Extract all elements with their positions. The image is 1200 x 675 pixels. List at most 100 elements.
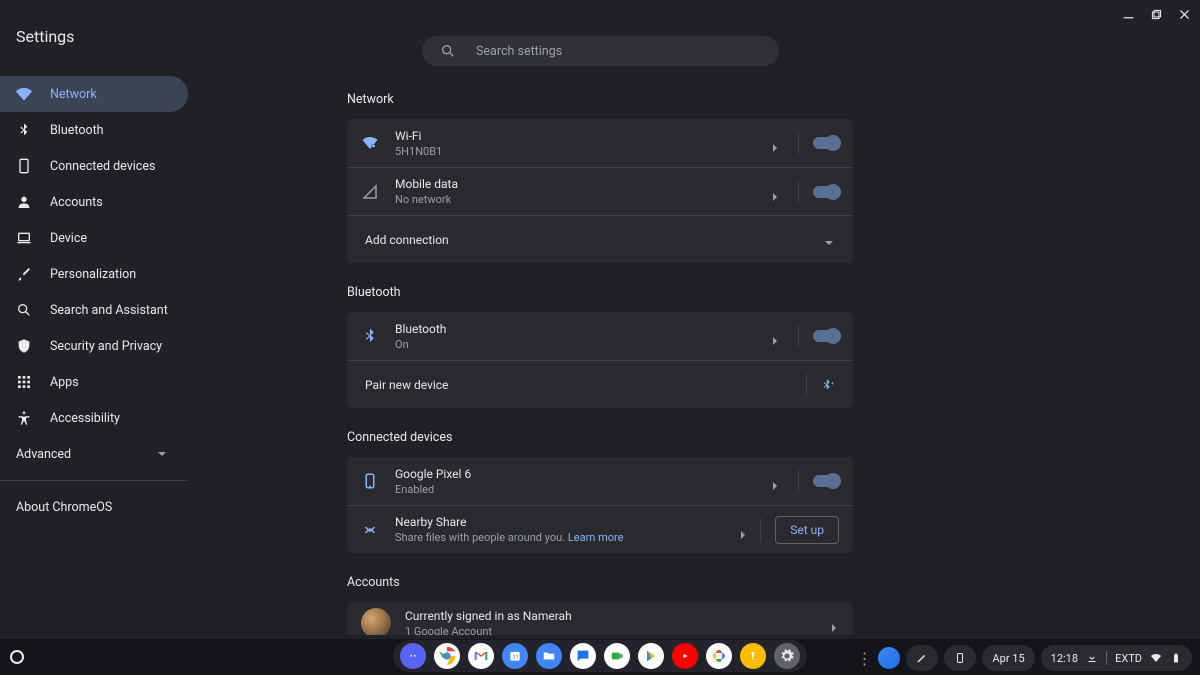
network-card: Wi-Fi 5H1N0B1 Mobile data No network Add…: [347, 119, 853, 263]
signed-in-label: Currently signed in as Namerah: [405, 609, 829, 623]
dock-icon-youtube[interactable]: [672, 643, 698, 669]
person-icon: [16, 194, 32, 210]
dock-icon-photos[interactable]: [706, 643, 732, 669]
account-count: 1 Google Account: [405, 625, 829, 636]
main-content: Network Wi-Fi 5H1N0B1 Mobile data No net…: [347, 92, 853, 635]
sidebar-item-security-privacy[interactable]: Security and Privacy: [0, 328, 188, 364]
svg-text:31: 31: [513, 655, 519, 661]
dock-icon-chrome[interactable]: [434, 643, 460, 669]
bluetooth-row[interactable]: Bluetooth On: [347, 312, 853, 360]
chevron-right-icon: [770, 331, 780, 341]
pair-device-row[interactable]: Pair new device +: [347, 360, 853, 408]
setup-button[interactable]: Set up: [775, 516, 839, 544]
laptop-icon: [16, 230, 32, 246]
section-title-bluetooth: Bluetooth: [347, 285, 853, 300]
phone-label: Google Pixel 6: [395, 467, 752, 481]
sidebar-item-network[interactable]: Network: [0, 76, 188, 112]
sidebar-item-apps[interactable]: Apps: [0, 364, 188, 400]
dock-icon-files[interactable]: [536, 643, 562, 669]
dock: 31: [393, 640, 807, 672]
chevron-right-icon: [770, 476, 780, 486]
divider: [798, 131, 799, 155]
mobile-data-toggle[interactable]: [813, 186, 839, 198]
nearby-share-sub: Share files with people around you. Lear…: [395, 531, 720, 544]
divider: [798, 180, 799, 204]
bluetooth-label: Bluetooth: [395, 322, 752, 336]
wifi-lock-icon: [361, 134, 395, 152]
section-title-network: Network: [347, 92, 853, 107]
dock-icon-discord[interactable]: [400, 643, 426, 669]
stylus-button[interactable]: [906, 645, 938, 671]
divider: [806, 373, 807, 397]
account-row[interactable]: Currently signed in as Namerah 1 Google …: [347, 602, 853, 635]
pair-device-label: Pair new device: [365, 378, 806, 392]
dock-icon-messages[interactable]: [570, 643, 596, 669]
sidebar-item-label: Apps: [50, 375, 79, 390]
assistant-button[interactable]: [878, 647, 900, 669]
bluetooth-card: Bluetooth On Pair new device +: [347, 312, 853, 408]
tray-separator-dots[interactable]: ⋮: [856, 649, 872, 668]
dock-icon-settings[interactable]: [774, 643, 800, 669]
chevron-right-icon: [770, 187, 780, 197]
search-bar[interactable]: [422, 36, 779, 66]
search-input[interactable]: [476, 44, 761, 59]
dock-icon-duo[interactable]: [604, 643, 630, 669]
bluetooth-toggle[interactable]: [813, 330, 839, 342]
mobile-data-row[interactable]: Mobile data No network: [347, 167, 853, 215]
divider: [1106, 651, 1107, 665]
sidebar-item-bluetooth[interactable]: Bluetooth: [0, 112, 188, 148]
accessibility-icon: [16, 410, 32, 426]
bluetooth-add-icon[interactable]: +: [821, 377, 835, 393]
phone-hub-button[interactable]: [944, 645, 976, 671]
wifi-icon: [16, 86, 32, 102]
bluetooth-status: On: [395, 338, 752, 351]
dock-icon-keep[interactable]: [740, 643, 766, 669]
sidebar-item-label: Connected devices: [50, 159, 155, 174]
wifi-toggle[interactable]: [813, 137, 839, 149]
divider: [798, 324, 799, 348]
advanced-label: Advanced: [16, 447, 71, 462]
phone-icon: [16, 158, 32, 174]
battery-icon: [1170, 652, 1182, 664]
sidebar-item-label: Search and Assistant: [50, 303, 168, 318]
dock-icon-calendar[interactable]: 31: [502, 643, 528, 669]
launcher-button[interactable]: [10, 650, 24, 664]
wifi-icon: [1150, 652, 1162, 664]
wifi-row[interactable]: Wi-Fi 5H1N0B1: [347, 119, 853, 167]
sidebar-item-label: Accounts: [50, 195, 103, 210]
wifi-ssid: 5H1N0B1: [395, 145, 752, 158]
wifi-label: Wi-Fi: [395, 129, 752, 143]
learn-more-link[interactable]: Learn more: [568, 531, 624, 544]
add-connection-row[interactable]: Add connection: [347, 215, 853, 263]
nearby-share-row: Nearby Share Share files with people aro…: [347, 505, 853, 553]
dock-icon-play[interactable]: [638, 643, 664, 669]
phone-toggle[interactable]: [813, 475, 839, 487]
keyboard-label: EXTD: [1115, 652, 1142, 665]
phone-icon: [361, 472, 395, 490]
sidebar-item-personalization[interactable]: Personalization: [0, 256, 188, 292]
sidebar-item-accounts[interactable]: Accounts: [0, 184, 188, 220]
date-pill[interactable]: Apr 15: [982, 645, 1034, 671]
sidebar-item-connected-devices[interactable]: Connected devices: [0, 148, 188, 184]
status-tray[interactable]: 12:18 EXTD: [1041, 645, 1192, 671]
shield-icon: [16, 338, 32, 354]
divider: [798, 469, 799, 493]
dock-icon-gmail[interactable]: [468, 643, 494, 669]
sidebar-item-label: Device: [50, 231, 87, 246]
chevron-right-icon[interactable]: [738, 525, 748, 535]
sidebar-item-device[interactable]: Device: [0, 220, 188, 256]
sidebar-item-search-assistant[interactable]: Search and Assistant: [0, 292, 188, 328]
sidebar-advanced[interactable]: Advanced: [0, 436, 188, 472]
connected-devices-card: Google Pixel 6 Enabled Nearby Share Shar…: [347, 457, 853, 553]
add-connection-label: Add connection: [365, 233, 823, 247]
section-title-accounts: Accounts: [347, 575, 853, 590]
phone-row[interactable]: Google Pixel 6 Enabled: [347, 457, 853, 505]
sidebar-item-label: Personalization: [50, 267, 136, 282]
minimize-button[interactable]: [1120, 6, 1136, 22]
close-button[interactable]: [1176, 6, 1192, 22]
divider: [760, 518, 761, 542]
sidebar-about[interactable]: About ChromeOS: [0, 489, 188, 525]
sidebar-item-accessibility[interactable]: Accessibility: [0, 400, 188, 436]
restore-button[interactable]: [1148, 6, 1164, 22]
sidebar-item-label: Bluetooth: [50, 123, 104, 138]
